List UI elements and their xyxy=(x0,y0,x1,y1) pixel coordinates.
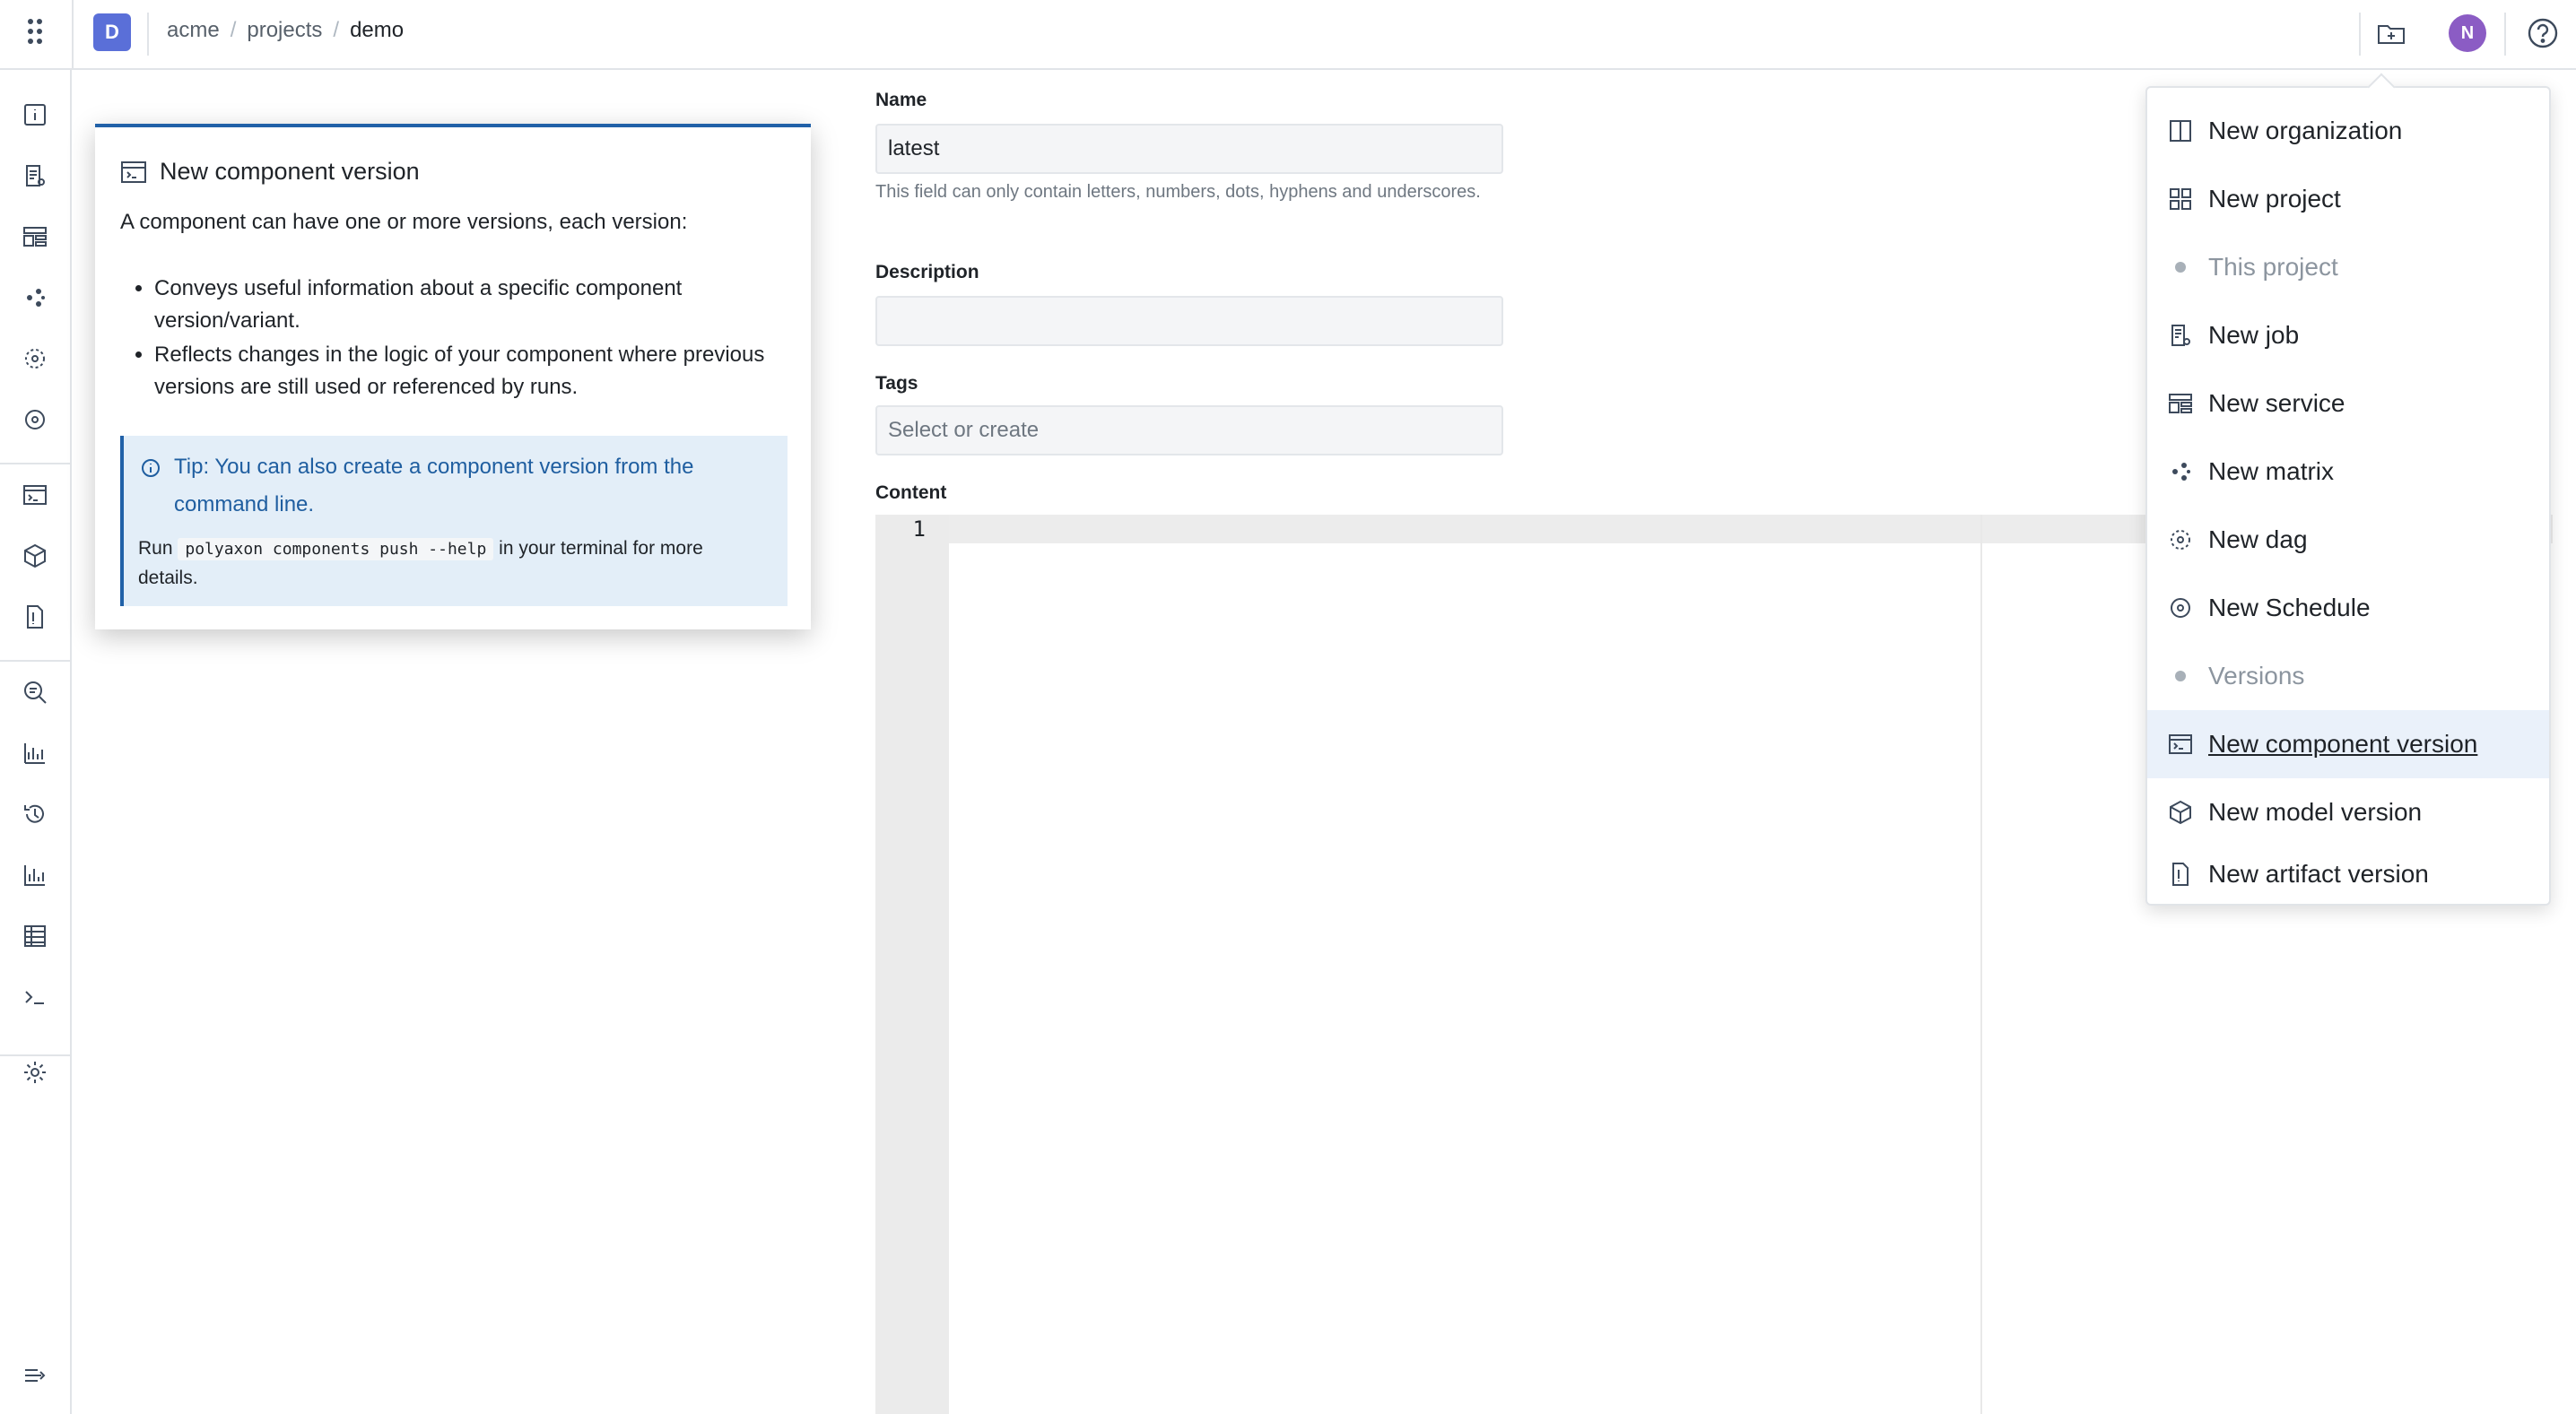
content-label: Content xyxy=(875,482,947,503)
tip-text: Tip: You can also create a component ver… xyxy=(174,455,694,516)
menu-item-label: New model version xyxy=(2208,798,2423,826)
print-margin xyxy=(1980,515,1982,1414)
sidebar-separator xyxy=(0,660,70,662)
org-avatar[interactable]: D xyxy=(93,13,131,51)
menu-item-label: New component version xyxy=(2208,730,2478,758)
menu-item-new-matrix[interactable]: New matrix xyxy=(2147,438,2549,506)
sidebar-separator xyxy=(0,463,70,464)
help-panel-intro: A component can have one or more version… xyxy=(120,210,688,234)
menu-item-new-project[interactable]: New project xyxy=(2147,165,2549,233)
breadcrumb-projects[interactable]: projects xyxy=(247,18,322,43)
tags-label: Tags xyxy=(875,373,918,394)
menu-header-label: This project xyxy=(2208,253,2338,281)
description-input[interactable] xyxy=(875,296,1503,346)
menu-item-label: New matrix xyxy=(2208,457,2335,485)
menu-item-label: New Schedule xyxy=(2208,594,2371,621)
breadcrumb-org[interactable]: acme xyxy=(167,18,220,43)
menu-header-label: Versions xyxy=(2208,662,2305,690)
top-bar: D acme / projects / demo N xyxy=(0,0,2576,70)
menu-header-versions: Versions xyxy=(2147,642,2549,710)
create-menu: New organization New project This projec… xyxy=(2145,86,2551,906)
schedule-icon xyxy=(2167,594,2194,621)
sidebar-table-icon[interactable] xyxy=(19,920,51,952)
help-panel: New component version A component can ha… xyxy=(95,124,811,629)
description-label: Description xyxy=(875,262,979,282)
menu-item-new-job[interactable]: New job xyxy=(2147,301,2549,369)
menu-item-new-organization[interactable]: New organization xyxy=(2147,97,2549,165)
sidebar xyxy=(0,70,72,1414)
create-new-icon[interactable] xyxy=(2373,16,2409,52)
service-icon xyxy=(2167,390,2194,417)
sidebar-matrix-icon[interactable] xyxy=(19,282,51,314)
organization-icon xyxy=(2167,117,2194,144)
menu-item-label: New organization xyxy=(2208,117,2403,144)
breadcrumb-project[interactable]: demo xyxy=(350,18,404,43)
breadcrumb: acme / projects / demo xyxy=(167,18,404,43)
menu-item-label: New artifact version xyxy=(2208,860,2429,888)
dag-icon xyxy=(2167,526,2194,553)
user-avatar[interactable]: N xyxy=(2449,14,2486,52)
sidebar-collapse-icon[interactable] xyxy=(19,1359,51,1392)
breadcrumb-separator: / xyxy=(230,18,237,42)
menu-item-label: New project xyxy=(2208,185,2341,213)
sidebar-schedules-icon[interactable] xyxy=(19,403,51,436)
sidebar-dag-icon[interactable] xyxy=(19,343,51,375)
tip-run-prefix: Run xyxy=(138,538,173,559)
sidebar-overview-icon[interactable] xyxy=(19,99,51,131)
tip-command: polyaxon components push --help xyxy=(178,538,494,560)
list-item: Conveys useful information about a speci… xyxy=(154,273,818,337)
dot-icon xyxy=(2167,663,2194,690)
sidebar-history-icon[interactable] xyxy=(19,798,51,830)
sidebar-charts-icon[interactable] xyxy=(19,859,51,891)
help-panel-list: Conveys useful information about a speci… xyxy=(120,273,818,405)
model-icon xyxy=(2167,799,2194,826)
apps-menu-icon[interactable] xyxy=(20,15,52,48)
tip-body: Run polyaxon components push --help in y… xyxy=(138,534,766,593)
menu-item-new-dag[interactable]: New dag xyxy=(2147,506,2549,574)
menu-item-new-component-version[interactable]: New component version xyxy=(2147,710,2549,778)
list-item: Reflects changes in the logic of your co… xyxy=(154,339,818,403)
menu-item-new-artifact-version[interactable]: New artifact version xyxy=(2147,846,2549,902)
name-help-text: This field can only contain letters, num… xyxy=(875,182,1481,202)
divider xyxy=(2359,13,2361,56)
help-panel-title-text: New component version xyxy=(160,158,420,185)
menu-item-label: New job xyxy=(2208,321,2300,349)
name-input[interactable]: latest xyxy=(875,124,1503,174)
menu-item-label: New service xyxy=(2208,389,2345,417)
breadcrumb-separator: / xyxy=(333,18,340,42)
divider xyxy=(2504,13,2506,56)
name-label: Name xyxy=(875,90,927,110)
matrix-icon xyxy=(2167,458,2194,485)
help-panel-title: New component version xyxy=(120,158,420,186)
tags-select[interactable]: Select or create xyxy=(875,405,1503,455)
sidebar-jobs-icon[interactable] xyxy=(19,160,51,192)
sidebar-settings-icon[interactable] xyxy=(19,1056,51,1089)
menu-item-new-service[interactable]: New service xyxy=(2147,369,2549,438)
artifact-icon xyxy=(2167,861,2194,888)
line-number: 1 xyxy=(912,516,926,542)
help-icon[interactable] xyxy=(2524,14,2562,52)
sidebar-models-icon[interactable] xyxy=(19,540,51,572)
editor-gutter: 1 xyxy=(875,515,949,1414)
divider xyxy=(72,0,74,68)
component-icon xyxy=(2167,731,2194,758)
project-icon xyxy=(2167,186,2194,213)
divider xyxy=(147,13,149,56)
sidebar-artifacts-icon[interactable] xyxy=(19,601,51,633)
sidebar-components-icon[interactable] xyxy=(19,479,51,511)
sidebar-terminal-icon[interactable] xyxy=(19,981,51,1013)
sidebar-search-icon[interactable] xyxy=(19,676,51,708)
dot-icon xyxy=(2167,254,2194,281)
menu-header-this-project: This project xyxy=(2147,233,2549,301)
tip-box: Tip: You can also create a component ver… xyxy=(120,436,788,606)
info-icon xyxy=(140,457,161,524)
sidebar-analytics-icon[interactable] xyxy=(19,737,51,769)
menu-item-new-schedule[interactable]: New Schedule xyxy=(2147,574,2549,642)
component-icon xyxy=(120,160,147,185)
menu-item-new-model-version[interactable]: New model version xyxy=(2147,778,2549,846)
sidebar-services-icon[interactable] xyxy=(19,221,51,253)
job-icon xyxy=(2167,322,2194,349)
menu-item-label: New dag xyxy=(2208,525,2308,553)
